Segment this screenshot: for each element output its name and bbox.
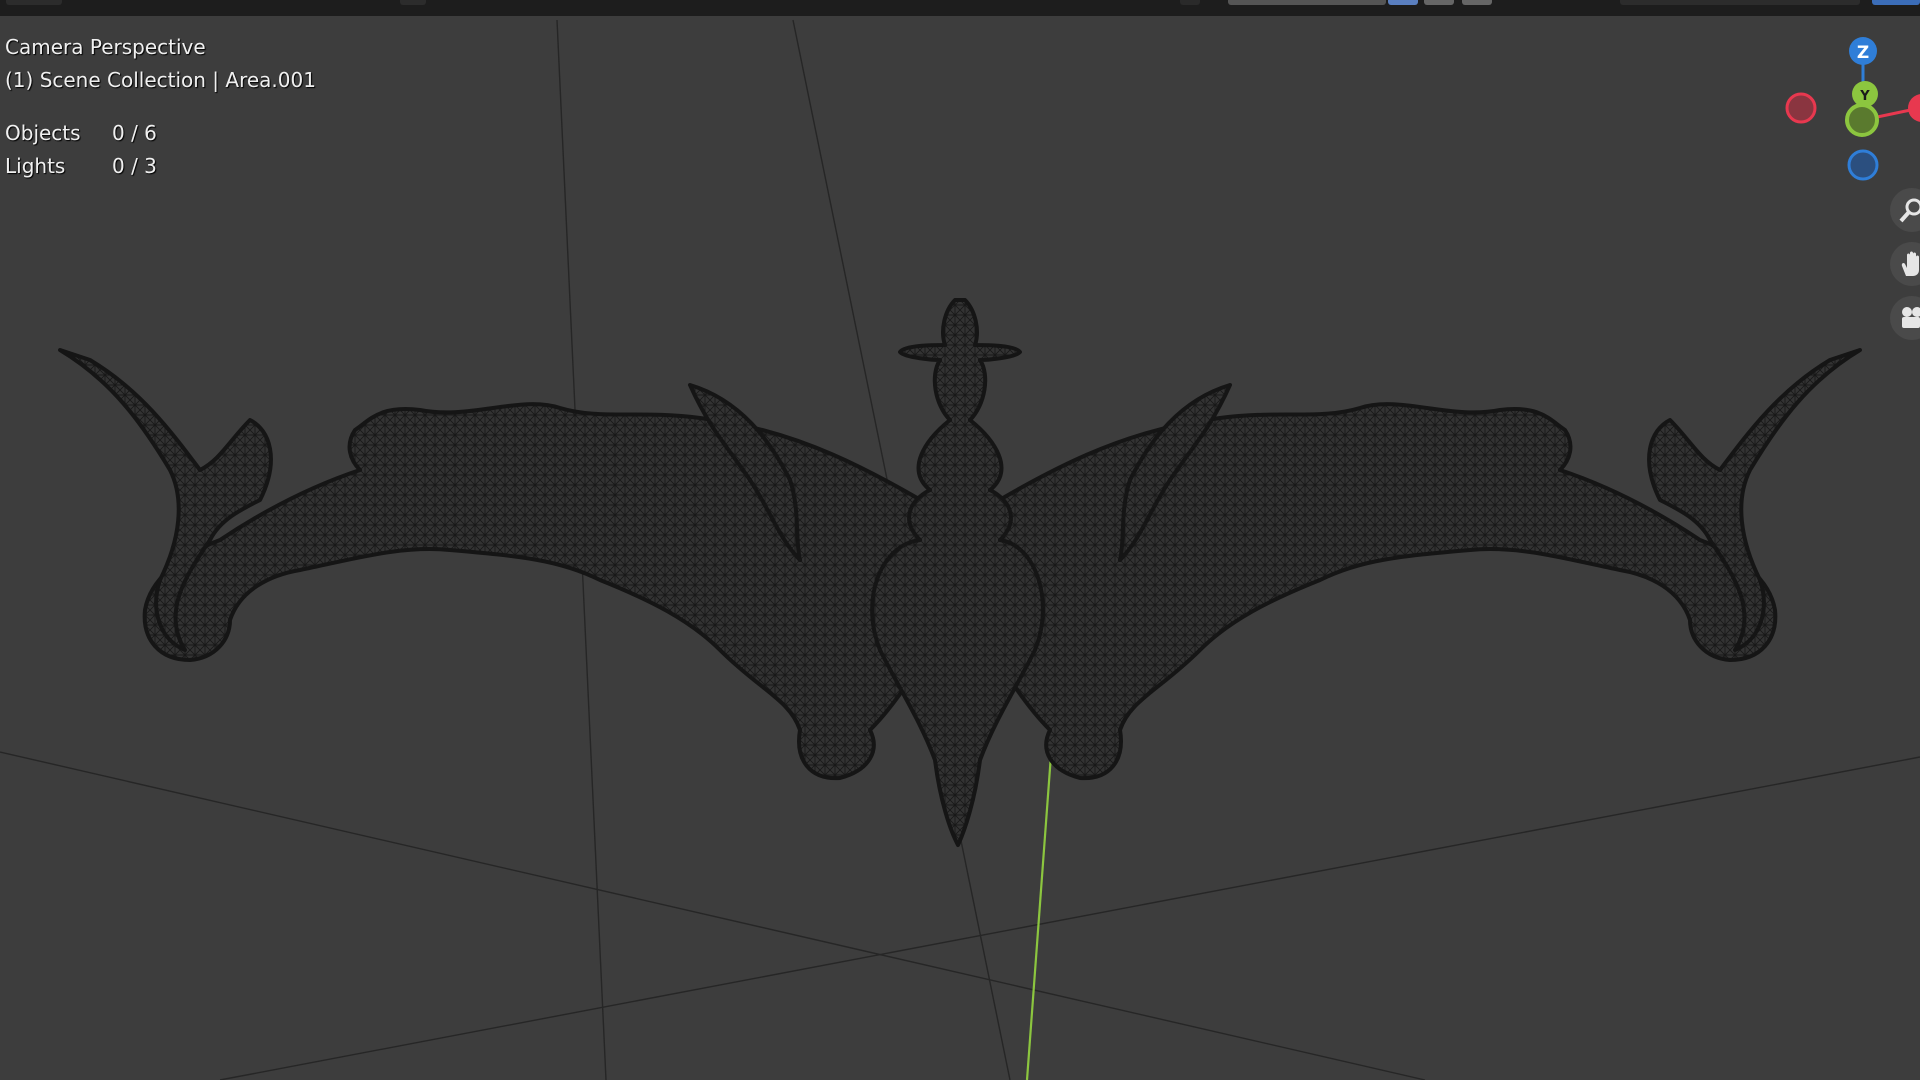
gizmo-neg-z-handle[interactable] <box>1847 149 1879 181</box>
ornament-mesh[interactable] <box>58 298 1862 847</box>
gizmo-neg-y-handle[interactable] <box>1845 103 1879 137</box>
magnifier-icon <box>1899 198 1920 223</box>
hand-icon <box>1901 251 1919 276</box>
gizmo-z-label: Z <box>1857 43 1869 63</box>
stat-value: 0 / 3 <box>112 154 157 178</box>
3d-viewport[interactable]: Z Y Camera Perspective (1) Scene Collect… <box>0 0 1920 1080</box>
viewport-info-overlay: Camera Perspective (1) Scene Collection … <box>5 31 316 183</box>
gizmo-neg-x-handle[interactable] <box>1785 92 1817 124</box>
stat-row-lights: Lights 0 / 3 <box>5 150 316 183</box>
stat-label: Objects <box>5 121 81 145</box>
gizmo-x-handle[interactable] <box>1908 94 1920 122</box>
stat-value: 0 / 6 <box>112 121 157 145</box>
camera-icon <box>1902 307 1920 328</box>
stat-label: Lights <box>5 154 66 178</box>
gizmo-y-label: Y <box>1859 89 1870 104</box>
navigation-gizmo[interactable]: Z Y <box>1785 37 1920 181</box>
stat-row-objects: Objects 0 / 6 <box>5 117 316 150</box>
collection-line: (1) Scene Collection | Area.001 <box>5 68 316 92</box>
view-name: Camera Perspective <box>5 35 206 59</box>
